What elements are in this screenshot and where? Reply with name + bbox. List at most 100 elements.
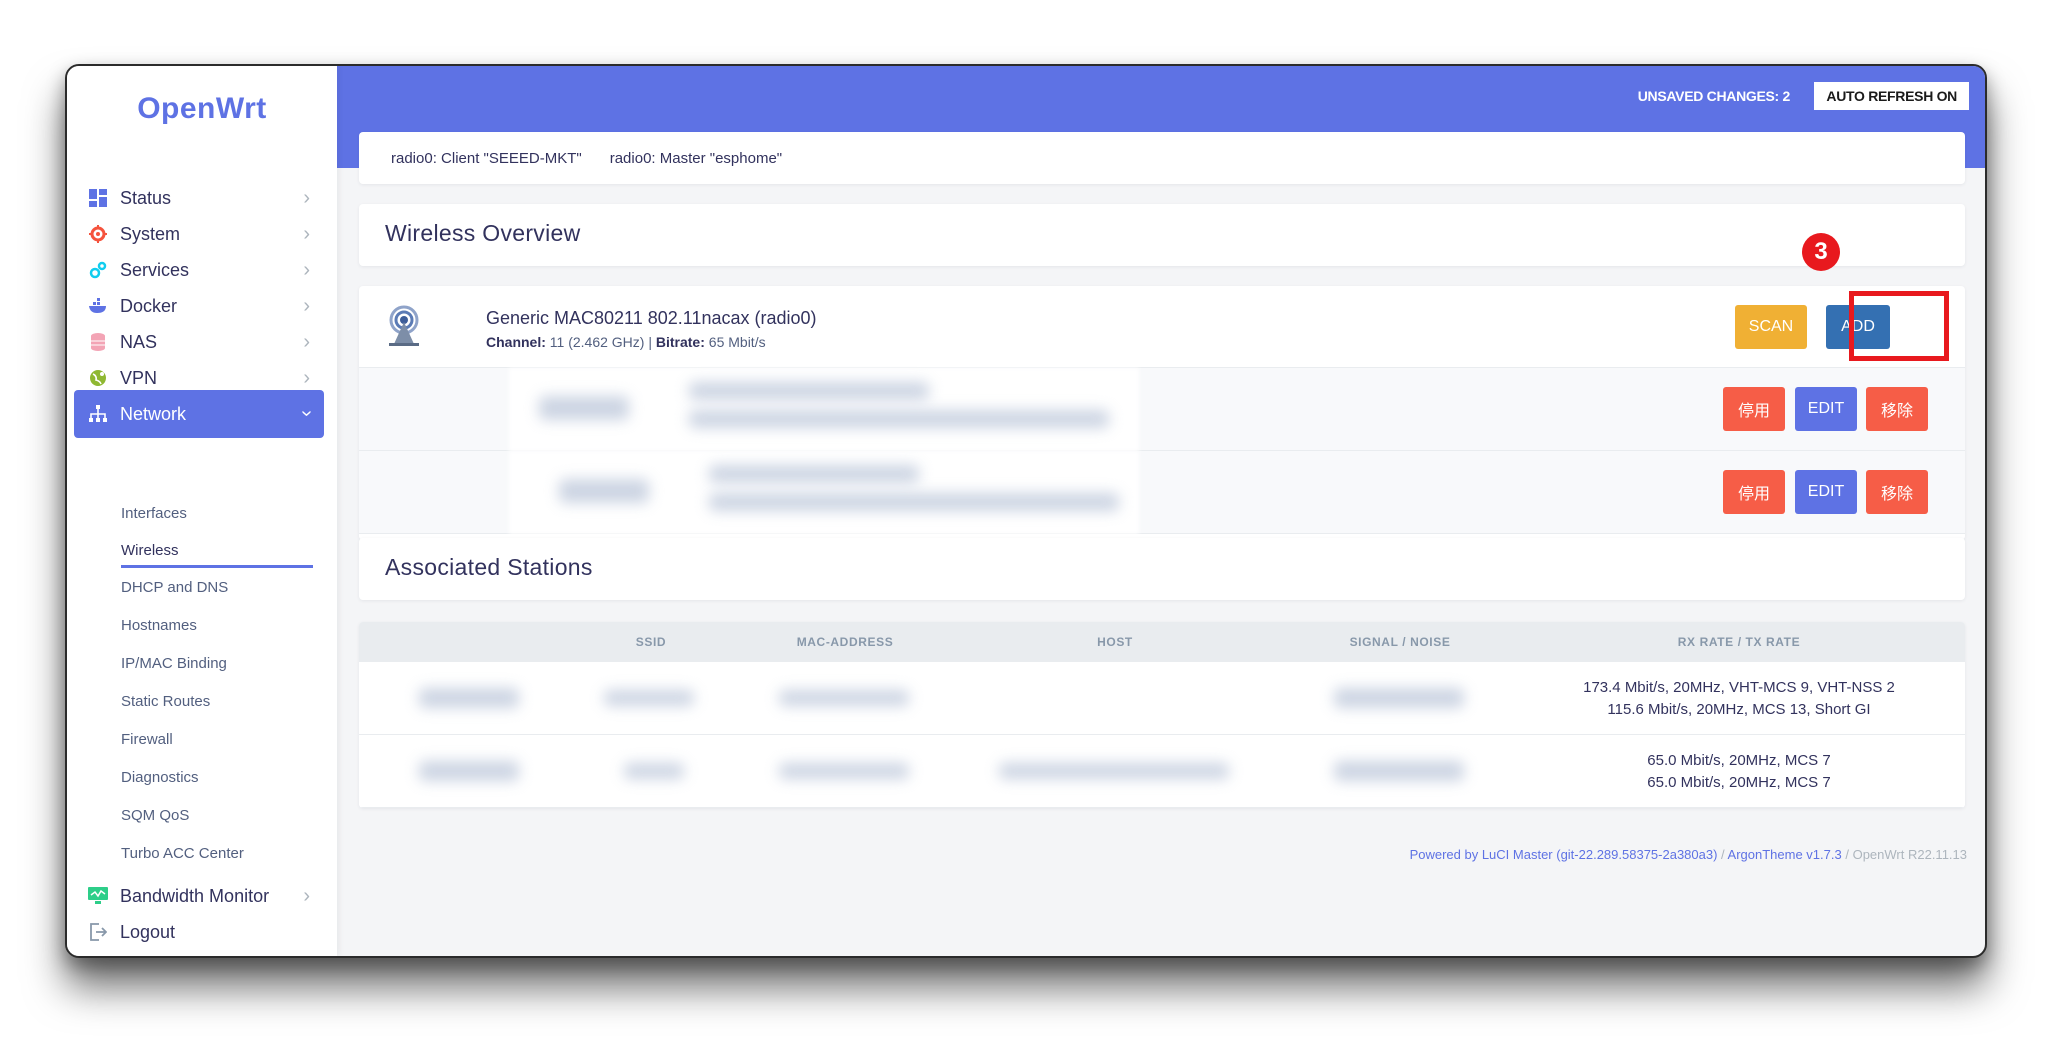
active-underline bbox=[121, 565, 313, 568]
auto-refresh-button[interactable]: AUTO REFRESH ON bbox=[1814, 82, 1969, 110]
disable-button[interactable]: 停用 bbox=[1723, 387, 1785, 431]
column-header-rate: RX RATE / TX RATE bbox=[1677, 635, 1801, 649]
redacted-network-name bbox=[709, 465, 919, 483]
rx-rate: 173.4 Mbit/s, 20MHz, VHT-MCS 9, VHT-NSS … bbox=[1583, 679, 1895, 696]
section-title: Associated Stations bbox=[385, 554, 593, 580]
redacted-cell bbox=[419, 761, 519, 781]
redacted-network-details bbox=[709, 493, 1119, 511]
sidebar-sub-dhcp-dns[interactable]: DHCP and DNS bbox=[121, 579, 228, 596]
dashboard-icon bbox=[88, 188, 108, 208]
main-content: UNSAVED CHANGES: 2 AUTO REFRESH ON radio… bbox=[337, 66, 1985, 956]
sidebar-sub-firewall[interactable]: Firewall bbox=[121, 731, 173, 748]
bitrate-value: 65 Mbit/s bbox=[704, 334, 766, 350]
edit-button[interactable]: EDIT bbox=[1795, 387, 1857, 431]
chevron-right-icon: › bbox=[303, 295, 310, 317]
database-icon bbox=[88, 332, 108, 352]
radio-device-card: Generic MAC80211 802.11nacax (radio0) Ch… bbox=[359, 286, 1965, 540]
brand-logo[interactable]: OpenWrt bbox=[67, 92, 337, 126]
gear-icon bbox=[88, 224, 108, 244]
sidebar-sub-interfaces[interactable]: Interfaces bbox=[121, 505, 187, 522]
sidebar: OpenWrt Status › System › Services › Doc… bbox=[67, 66, 337, 956]
sidebar-sub-turbo-acc[interactable]: Turbo ACC Center bbox=[121, 845, 244, 862]
sidebar-item-label: Logout bbox=[120, 921, 176, 942]
monitor-icon bbox=[88, 886, 108, 906]
chevron-right-icon: › bbox=[303, 331, 310, 353]
column-header-mac: MAC-ADDRESS bbox=[796, 635, 894, 649]
radio-device-row: Generic MAC80211 802.11nacax (radio0) Ch… bbox=[359, 286, 1965, 368]
sidebar-item-network[interactable]: Network › bbox=[74, 390, 324, 438]
wifi-radio-icon bbox=[389, 305, 419, 346]
sidebar-item-label: Status bbox=[120, 187, 172, 208]
sidebar-item-label: Network bbox=[120, 403, 187, 424]
sidebar-sub-diagnostics[interactable]: Diagnostics bbox=[121, 769, 199, 786]
sidebar-sub-hostnames[interactable]: Hostnames bbox=[121, 617, 197, 634]
logout-icon bbox=[88, 922, 108, 942]
wireless-network-row: 停用 EDIT 移除 bbox=[359, 451, 1965, 534]
redacted-ssid-icon bbox=[559, 479, 649, 503]
cogs-icon bbox=[88, 260, 108, 280]
bitrate-label: Bitrate: bbox=[655, 334, 705, 350]
radio-device-name: Generic MAC80211 802.11nacax (radio0) bbox=[486, 308, 817, 328]
redacted-network-details bbox=[689, 410, 1109, 428]
chevron-right-icon: › bbox=[303, 259, 310, 281]
redacted-network-name bbox=[689, 382, 929, 400]
redacted-cell bbox=[999, 763, 1229, 779]
tx-rate: 115.6 Mbit/s, 20MHz, MCS 13, Short GI bbox=[1607, 701, 1871, 718]
sidebar-sub-static-routes[interactable]: Static Routes bbox=[121, 693, 210, 710]
chevron-right-icon: › bbox=[303, 223, 310, 245]
globe-icon bbox=[88, 368, 108, 388]
luci-link[interactable]: Powered by LuCI Master (git-22.289.58375… bbox=[1410, 847, 1718, 862]
openwrt-version: OpenWrt R22.11.13 bbox=[1852, 847, 1967, 862]
annotation-box-add bbox=[1849, 291, 1949, 361]
sidebar-item-label: System bbox=[120, 223, 181, 244]
channel-value: 11 (2.462 GHz) | bbox=[545, 334, 656, 350]
wireless-overview-header: Wireless Overview bbox=[359, 204, 1965, 266]
redacted-cell bbox=[779, 763, 909, 779]
table-row: 173.4 Mbit/s, 20MHz, VHT-MCS 9, VHT-NSS … bbox=[359, 662, 1965, 735]
sidebar-item-logout[interactable]: Logout bbox=[74, 908, 324, 956]
channel-label: Channel: bbox=[486, 334, 546, 350]
edit-button[interactable]: EDIT bbox=[1795, 470, 1857, 514]
footer: Powered by LuCI Master (git-22.289.58375… bbox=[1410, 847, 1967, 862]
disable-button[interactable]: 停用 bbox=[1723, 470, 1785, 514]
remove-button[interactable]: 移除 bbox=[1866, 470, 1928, 514]
redacted-cell bbox=[624, 763, 684, 779]
theme-link[interactable]: ArgonTheme v1.7.3 bbox=[1728, 847, 1842, 862]
sidebar-sub-wireless[interactable]: Wireless bbox=[121, 542, 179, 559]
docker-whale-icon bbox=[88, 296, 108, 316]
unsaved-changes-indicator[interactable]: UNSAVED CHANGES: 2 bbox=[1638, 88, 1791, 104]
tab-radio0-master[interactable]: radio0: Master "esphome" bbox=[610, 150, 782, 167]
interface-tabs: radio0: Client "SEEED-MKT" radio0: Maste… bbox=[359, 132, 1965, 184]
associated-stations-header: Associated Stations bbox=[359, 538, 1965, 600]
stations-table: SSID MAC-ADDRESS HOST SIGNAL / NOISE RX … bbox=[359, 622, 1965, 808]
sidebar-item-label: NAS bbox=[120, 331, 158, 352]
wireless-network-row: 停用 EDIT 移除 bbox=[359, 368, 1965, 451]
sidebar-item-label: Docker bbox=[120, 295, 178, 316]
chevron-right-icon: › bbox=[303, 885, 310, 907]
redacted-cell bbox=[1334, 688, 1464, 708]
browser-window: OpenWrt Status › System › Services › Doc… bbox=[65, 64, 1987, 958]
redacted-cell bbox=[604, 690, 694, 706]
column-header-ssid: SSID bbox=[635, 635, 667, 649]
rx-tx-rate: 173.4 Mbit/s, 20MHz, VHT-MCS 9, VHT-NSS … bbox=[1539, 677, 1939, 721]
tx-rate: 65.0 Mbit/s, 20MHz, MCS 7 bbox=[1647, 774, 1831, 791]
sidebar-sub-sqm-qos[interactable]: SQM QoS bbox=[121, 807, 189, 824]
footer-separator: / bbox=[1841, 847, 1853, 862]
sitemap-icon bbox=[88, 404, 108, 424]
column-header-host: HOST bbox=[1097, 635, 1133, 649]
remove-button[interactable]: 移除 bbox=[1866, 387, 1928, 431]
table-row: 65.0 Mbit/s, 20MHz, MCS 7 65.0 Mbit/s, 2… bbox=[359, 735, 1965, 808]
table-header: SSID MAC-ADDRESS HOST SIGNAL / NOISE RX … bbox=[359, 622, 1965, 662]
scan-button[interactable]: SCAN bbox=[1735, 305, 1807, 349]
sidebar-item-label: Services bbox=[120, 259, 190, 280]
sidebar-sub-ip-mac-binding[interactable]: IP/MAC Binding bbox=[121, 655, 227, 672]
redacted-cell bbox=[1334, 761, 1464, 781]
column-header-signal: SIGNAL / NOISE bbox=[1349, 635, 1451, 649]
page-title: Wireless Overview bbox=[385, 220, 581, 246]
tab-radio0-client[interactable]: radio0: Client "SEEED-MKT" bbox=[391, 150, 582, 167]
rx-tx-rate: 65.0 Mbit/s, 20MHz, MCS 7 65.0 Mbit/s, 2… bbox=[1539, 750, 1939, 794]
redacted-ssid-icon bbox=[539, 396, 629, 420]
sidebar-item-label: VPN bbox=[120, 367, 158, 388]
chevron-right-icon: › bbox=[303, 187, 310, 209]
rx-rate: 65.0 Mbit/s, 20MHz, MCS 7 bbox=[1647, 752, 1831, 769]
